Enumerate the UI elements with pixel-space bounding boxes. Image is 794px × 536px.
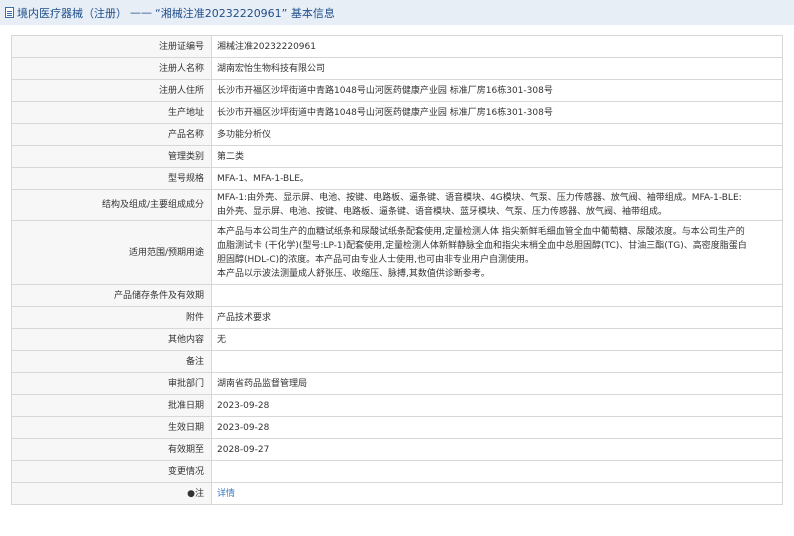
page-header: 境内医疗器械（注册） —— “湘械注准20232220961” 基本信息 bbox=[0, 0, 794, 25]
row-value bbox=[211, 350, 783, 373]
row-value: 本产品与本公司生产的血糖试纸条和尿酸试纸条配套使用,定量检测人体 指尖新鲜毛细血… bbox=[211, 220, 783, 285]
row-label: 管理类别 bbox=[11, 145, 212, 168]
table-row: 注册人名称 湖南宏怡生物科技有限公司 bbox=[11, 57, 783, 80]
row-value: 产品技术要求 bbox=[211, 306, 783, 329]
row-label: 型号规格 bbox=[11, 167, 212, 190]
table-row: 生产地址 长沙市开福区沙坪街道中青路1048号山河医药健康产业园 标准厂房16栋… bbox=[11, 101, 783, 124]
row-label: 结构及组成/主要组成成分 bbox=[11, 189, 212, 221]
row-value: 2028-09-27 bbox=[211, 438, 783, 461]
details-link[interactable]: 详情 bbox=[217, 489, 235, 499]
row-label: 注册人名称 bbox=[11, 57, 212, 80]
row-label: 审批部门 bbox=[11, 372, 212, 395]
row-value bbox=[211, 460, 783, 483]
row-value: 湖南宏怡生物科技有限公司 bbox=[211, 57, 783, 80]
table-row: 附件 产品技术要求 bbox=[11, 306, 783, 329]
row-label: 其他内容 bbox=[11, 328, 212, 351]
row-label: 产品储存条件及有效期 bbox=[11, 284, 212, 307]
row-label: 生效日期 bbox=[11, 416, 212, 439]
table-row: 审批部门 湖南省药品监督管理局 bbox=[11, 372, 783, 395]
table-row: 生效日期 2023-09-28 bbox=[11, 416, 783, 439]
row-label: 变更情况 bbox=[11, 460, 212, 483]
row-label: 适用范围/预期用途 bbox=[11, 220, 212, 285]
row-label: 附件 bbox=[11, 306, 212, 329]
row-value: 湘械注准20232220961 bbox=[211, 35, 783, 58]
table-row: 其他内容 无 bbox=[11, 328, 783, 351]
document-icon bbox=[5, 7, 14, 18]
table-row: 产品储存条件及有效期 bbox=[11, 284, 783, 307]
page-title: “湘械注准20232220961” 基本信息 bbox=[155, 6, 335, 20]
info-table: 注册证编号 湘械注准20232220961 注册人名称 湖南宏怡生物科技有限公司… bbox=[11, 35, 783, 505]
table-row: 管理类别 第二类 bbox=[11, 145, 783, 168]
row-label: 注册人住所 bbox=[11, 79, 212, 102]
row-value: 长沙市开福区沙坪街道中青路1048号山河医药健康产业园 标准厂房16栋301-3… bbox=[211, 79, 783, 102]
table-row: 注册人住所 长沙市开福区沙坪街道中青路1048号山河医药健康产业园 标准厂房16… bbox=[11, 79, 783, 102]
row-value bbox=[211, 284, 783, 307]
table-row: 结构及组成/主要组成成分 MFA-1:由外壳、显示屏、电池、按键、电路板、逼条键… bbox=[11, 189, 783, 221]
row-label: 备注 bbox=[11, 350, 212, 373]
row-value: 多功能分析仪 bbox=[211, 123, 783, 146]
table-row: 适用范围/预期用途 本产品与本公司生产的血糖试纸条和尿酸试纸条配套使用,定量检测… bbox=[11, 220, 783, 285]
table-row: 型号规格 MFA-1、MFA-1-BLE。 bbox=[11, 167, 783, 190]
table-row: 批准日期 2023-09-28 bbox=[11, 394, 783, 417]
table-row: ●注 详情 bbox=[11, 482, 783, 505]
row-label: 注册证编号 bbox=[11, 35, 212, 58]
row-label: 有效期至 bbox=[11, 438, 212, 461]
table-row: 变更情况 bbox=[11, 460, 783, 483]
row-label: ●注 bbox=[11, 482, 212, 505]
row-value: 2023-09-28 bbox=[211, 416, 783, 439]
row-label: 批准日期 bbox=[11, 394, 212, 417]
row-value: MFA-1、MFA-1-BLE。 bbox=[211, 167, 783, 190]
row-value: 第二类 bbox=[211, 145, 783, 168]
row-label: 产品名称 bbox=[11, 123, 212, 146]
table-row: 有效期至 2028-09-27 bbox=[11, 438, 783, 461]
breadcrumb-separator: —— bbox=[130, 6, 152, 19]
row-label: 生产地址 bbox=[11, 101, 212, 124]
row-value: 湖南省药品监督管理局 bbox=[211, 372, 783, 395]
breadcrumb-category[interactable]: 境内医疗器械（注册） bbox=[17, 5, 127, 21]
table-row: 产品名称 多功能分析仪 bbox=[11, 123, 783, 146]
row-value: 长沙市开福区沙坪街道中青路1048号山河医药健康产业园 标准厂房16栋301-3… bbox=[211, 101, 783, 124]
row-value: MFA-1:由外壳、显示屏、电池、按键、电路板、逼条键、语音模块、4G模块、气泵… bbox=[211, 189, 783, 221]
row-value: 无 bbox=[211, 328, 783, 351]
row-value: 2023-09-28 bbox=[211, 394, 783, 417]
table-row: 备注 bbox=[11, 350, 783, 373]
table-row: 注册证编号 湘械注准20232220961 bbox=[11, 35, 783, 58]
